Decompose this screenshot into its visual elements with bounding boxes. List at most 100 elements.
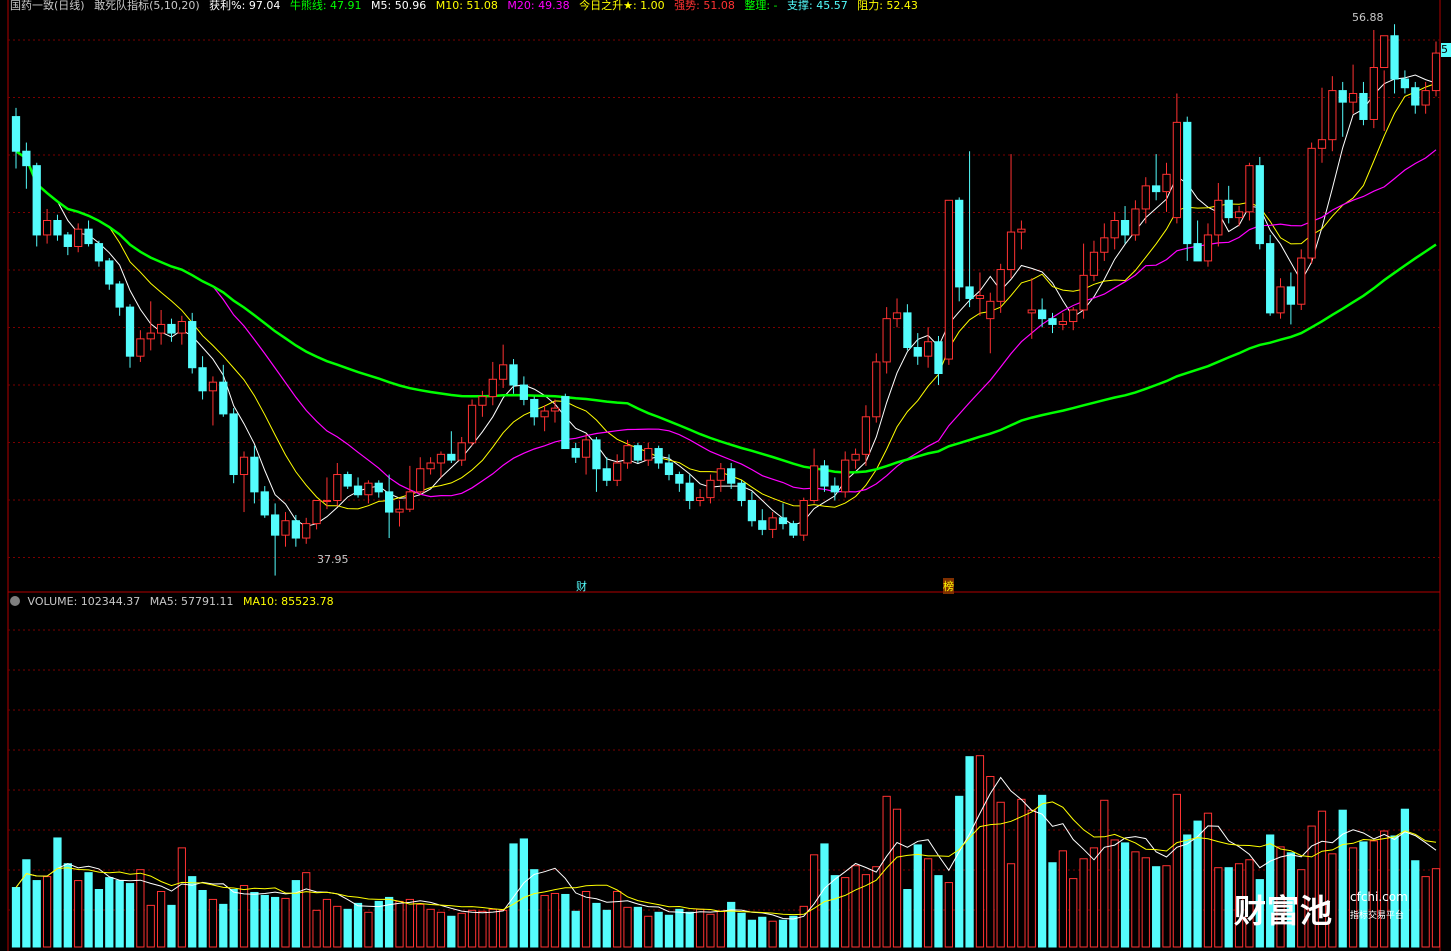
collapse-icon[interactable] [10, 596, 20, 606]
volume-bar [903, 889, 912, 948]
candle-body [105, 260, 114, 285]
ma5-line [15, 74, 1437, 528]
volume-bar [1193, 820, 1202, 948]
candle-body [32, 165, 41, 236]
indicator-name: 敢死队指标(5,10,20) [94, 0, 200, 12]
candle-body [986, 300, 995, 320]
candle-body [395, 508, 404, 513]
volume-bar [830, 875, 839, 948]
candle-body [581, 439, 591, 458]
volume-bar [1089, 847, 1099, 948]
volume-bar [32, 880, 41, 948]
finance-marker[interactable]: 财 [576, 578, 587, 594]
candle-body [63, 234, 72, 247]
candle-body [22, 150, 31, 167]
volume-bar [561, 893, 570, 948]
candle-body [1131, 208, 1140, 236]
candle-body [229, 413, 238, 476]
volume-bar [188, 876, 197, 948]
volume-bar [892, 808, 902, 948]
candle-body [1286, 286, 1296, 305]
candle-body [488, 378, 497, 398]
volume-bar [727, 901, 736, 948]
volume-bar [1172, 793, 1182, 948]
volume-bar [478, 910, 487, 948]
candle-body [426, 462, 435, 470]
candle-body [892, 312, 902, 320]
volume-bar [302, 872, 311, 948]
candle-body [364, 482, 373, 496]
candle-body [841, 459, 850, 493]
price-edge-tag: 5 [1441, 43, 1451, 57]
candle-body [664, 462, 674, 476]
candle-body [198, 367, 207, 392]
candle-body [799, 500, 808, 536]
volume-bar [716, 910, 725, 948]
candle-body [270, 514, 280, 536]
volume-bar [467, 909, 477, 948]
volume-bar [53, 837, 62, 948]
volume-bar [447, 915, 456, 948]
candle-body [519, 384, 529, 400]
price-pane [11, 24, 1441, 576]
candle-body [1328, 90, 1337, 141]
candle-body [94, 243, 104, 262]
candle-body [1069, 309, 1078, 323]
volume-bar [125, 883, 135, 948]
volume-bar [1203, 812, 1213, 948]
volume-bar [1431, 868, 1441, 948]
volume-bar [333, 905, 342, 948]
volume-bar [633, 906, 643, 948]
volume-bar [571, 910, 580, 948]
volume-bar [74, 880, 83, 948]
candle-body [188, 321, 197, 369]
candle-body [1079, 274, 1088, 311]
candle-body [457, 442, 466, 461]
volume-bar [944, 882, 953, 948]
candle-body [530, 398, 539, 418]
volume-bar [239, 885, 249, 948]
candle-body [208, 381, 218, 392]
candle-body [1017, 228, 1026, 233]
volume-bar [291, 880, 300, 948]
volume-bar [1214, 867, 1223, 948]
volume-bar [758, 916, 767, 948]
volume-bar [260, 894, 269, 948]
candle-body [675, 474, 684, 484]
volume-bar [820, 843, 829, 948]
candle-body [644, 448, 653, 461]
volume-bar [1380, 830, 1389, 948]
volume-bar [1421, 876, 1430, 948]
candle-body [1317, 139, 1327, 149]
ranking-marker[interactable]: 榜 [943, 578, 954, 594]
volume-bar [42, 876, 52, 948]
candle-body [1297, 257, 1306, 305]
volume-bar [1027, 809, 1036, 948]
volume-bar [975, 755, 985, 948]
candle-body [1421, 90, 1430, 106]
volume-bar [965, 756, 974, 948]
volume-bar [395, 900, 404, 948]
volume-value: VOLUME: 102344.37 [27, 595, 141, 608]
candle-body [923, 341, 933, 357]
volume-bar [955, 795, 964, 948]
volume-bar [11, 887, 21, 948]
volume-bar [250, 891, 259, 948]
volume-bar [281, 897, 290, 948]
volume-bar [768, 920, 777, 948]
volume-bar [872, 866, 881, 948]
volume-bar [581, 890, 591, 948]
volume-bar [1017, 798, 1026, 948]
candle-body [136, 338, 145, 357]
volume-bar [1338, 809, 1347, 948]
candle-body [447, 453, 456, 461]
candle-body [1089, 251, 1099, 276]
volume-bar [22, 859, 31, 948]
indicator-header: 国药一致(日线) 敢死队指标(5,10,20) 获利%: 97.04 牛熊线: … [10, 0, 924, 13]
volume-bar [530, 869, 539, 948]
candle-body [405, 491, 414, 510]
candle-body [1224, 199, 1233, 219]
candle-body [1162, 173, 1171, 193]
candle-body [1120, 220, 1130, 236]
candle-body [281, 520, 290, 536]
